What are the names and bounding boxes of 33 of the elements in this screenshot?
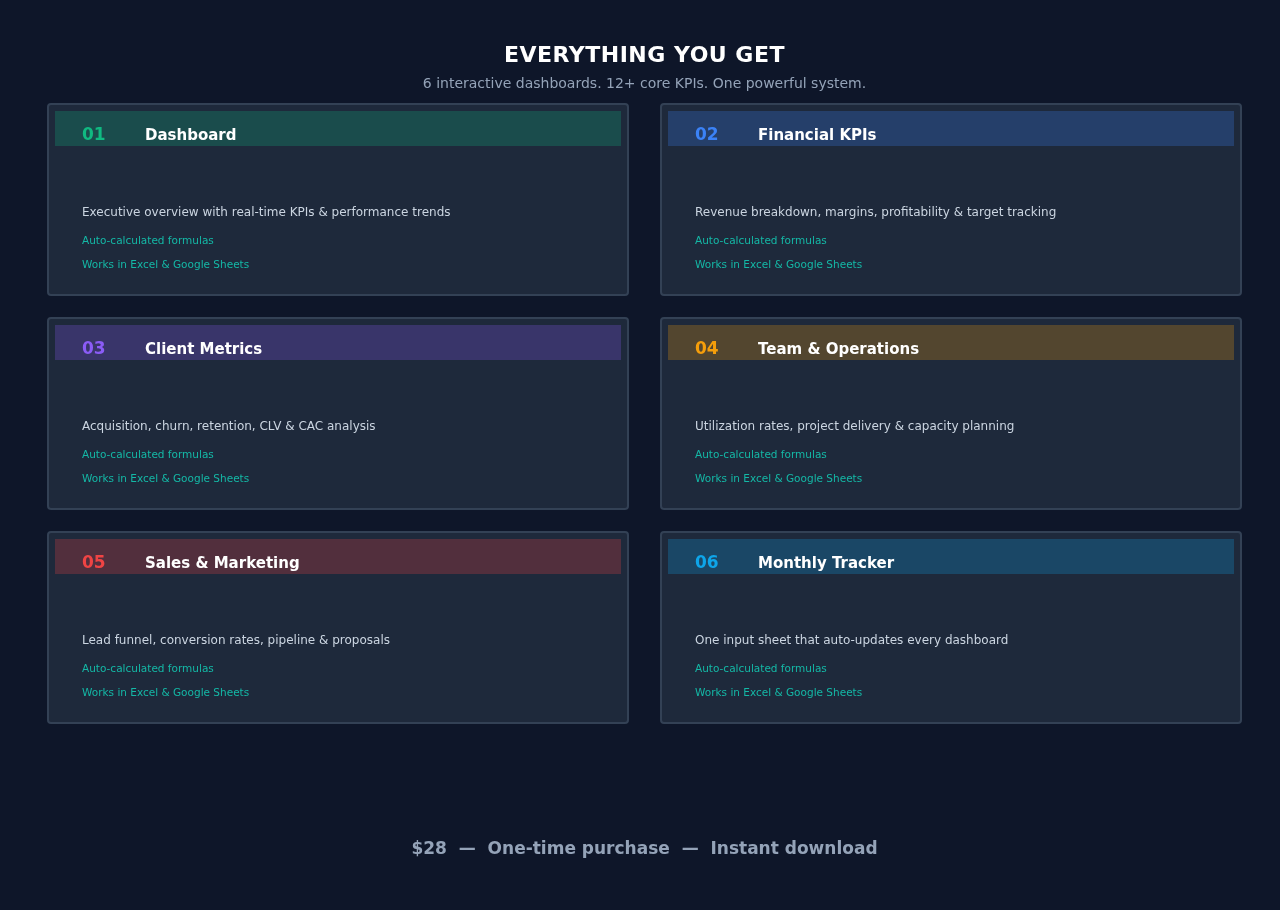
page-subtitle: 6 interactive dashboards. 12+ core KPIs. One powerful system.: [421, 75, 868, 91]
feature-note: Auto-calculated formulas: [82, 448, 215, 460]
card-title: Client Metrics: [145, 340, 263, 358]
feature-note: Works in Excel & Google Sheets: [695, 258, 864, 270]
feature-note: Auto-calculated formulas: [82, 662, 215, 674]
card-description: Executive overview with real-time KPIs & performance trends: [82, 205, 452, 219]
card-number: 03: [82, 338, 107, 358]
feature-note: Works in Excel & Google Sheets: [82, 472, 251, 484]
card-description: Lead funnel, conversion rates, pipeline & proposals: [82, 633, 391, 647]
card-description: One input sheet that auto-updates every dashboard: [695, 633, 1010, 647]
feature-note: Works in Excel & Google Sheets: [695, 472, 864, 484]
feature-note: Auto-calculated formulas: [695, 234, 828, 246]
card-number: 05: [82, 552, 107, 572]
page-title: EVERYTHING YOU GET: [503, 42, 786, 67]
feature-note: Works in Excel & Google Sheets: [82, 686, 251, 698]
feature-note: Auto-calculated formulas: [695, 662, 828, 674]
card-description: Utilization rates, project delivery & capacity planning: [695, 419, 1016, 433]
card-number: 04: [695, 338, 720, 358]
feature-note: Works in Excel & Google Sheets: [82, 258, 251, 270]
card-title: Dashboard: [145, 126, 237, 144]
card-title: Financial KPIs: [758, 126, 877, 144]
card-description: Acquisition, churn, retention, CLV & CAC analysis: [82, 419, 377, 433]
card-number: 02: [695, 124, 720, 144]
card-number: 06: [695, 552, 720, 572]
card-number: 01: [82, 124, 107, 144]
feature-note: Auto-calculated formulas: [695, 448, 828, 460]
card-title: Team & Operations: [758, 340, 920, 358]
feature-note: Works in Excel & Google Sheets: [695, 686, 864, 698]
price-line: $28 — One-time purchase — Instant download: [410, 838, 879, 858]
card-description: Revenue breakdown, margins, profitability & target tracking: [695, 205, 1058, 219]
feature-note: Auto-calculated formulas: [82, 234, 215, 246]
card-title: Monthly Tracker: [758, 554, 895, 572]
card-title: Sales & Marketing: [145, 554, 300, 572]
